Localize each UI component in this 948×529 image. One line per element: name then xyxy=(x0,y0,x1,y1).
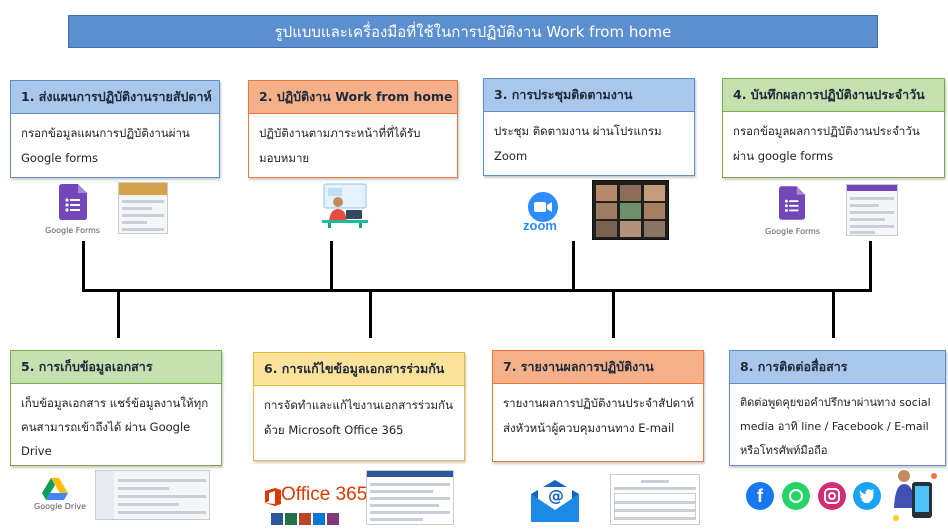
instagram-icon xyxy=(818,482,846,510)
office-365-label: Office 365 xyxy=(281,484,368,505)
step-5-line-3: Drive xyxy=(21,444,52,458)
step-2-description: ปฏิบัติงานตามภาระหน้าที่ที่ได้รับ มอบหมา… xyxy=(248,114,458,178)
connector-step-7 xyxy=(612,290,615,338)
step-7-line-2: ส่งหัวหน้าผู้ควบคุมงานทาง E-mail xyxy=(503,421,675,435)
step-7-header: 7. รายงานผลการปฏิบัติงาน xyxy=(492,350,704,384)
step-5-line-1: เก็บข้อมูลเอกสาร แชร์ข้อมูลงานให้ทุก xyxy=(21,396,209,410)
connector-step-1 xyxy=(82,241,85,291)
step-2-box: 2. ปฏิบัติงาน Work from home ปฏิบัติงานต… xyxy=(248,80,458,178)
google-form-screenshot-2 xyxy=(846,184,898,236)
google-forms-icon xyxy=(779,186,805,224)
google-drive-screenshot xyxy=(95,470,210,520)
step-7-box: 7. รายงานผลการปฏิบัติงาน รายงานผลการปฏิบ… xyxy=(492,350,704,462)
google-drive-label: Google Drive xyxy=(34,502,87,511)
google-form-screenshot-1 xyxy=(118,182,168,234)
step-3-description: ประชุม ติดตามงาน ผ่านโปรแกรม Zoom xyxy=(483,112,695,176)
connector-step-2 xyxy=(330,241,333,291)
connector-step-8 xyxy=(832,290,835,338)
step-3-box: 3. การประชุมติดตามงาน ประชุม ติดตามงาน ผ… xyxy=(483,78,695,176)
google-forms-icon xyxy=(59,184,87,224)
step-8-line-2: media อาทิ line / Facebook / E-mail xyxy=(740,420,929,433)
step-5-box: 5. การเก็บข้อมูลเอกสาร เก็บข้อมูลเอกสาร … xyxy=(10,350,222,466)
step-4-box: 4. บันทึกผลการปฏิบัติงานประจำวัน กรอกข้อ… xyxy=(722,78,945,178)
step-8-box: 8. การติดต่อสื่อสาร ติดต่อพูดคุยขอคำปรึก… xyxy=(729,350,946,466)
step-3-line-2: Zoom xyxy=(494,149,528,163)
facebook-icon: f xyxy=(746,482,774,510)
step-2-line-2: มอบหมาย xyxy=(259,151,310,165)
step-7-description: รายงานผลการปฏิบัติงานประจำสัปดาห์ ส่งหัว… xyxy=(492,384,704,462)
step-4-line-1: กรอกข้อมูลผลการปฏิบัติงานประจำวัน xyxy=(733,124,920,138)
step-6-header: 6. การแก้ไขข้อมูลเอกสารร่วมกัน xyxy=(253,352,465,386)
step-3-header: 3. การประชุมติดตามงาน xyxy=(483,78,695,112)
step-6-line-1: การจัดทำและแก้ไขงานเอกสารร่วมกัน xyxy=(264,398,453,412)
step-1-box: 1. ส่งแผนการปฏิบัติงานรายสัปดาห์ กรอกข้อ… xyxy=(10,80,220,178)
step-5-line-2: คนสามารถเข้าถึงได้ ผ่าน Google xyxy=(21,420,191,434)
step-8-header: 8. การติดต่อสื่อสาร xyxy=(729,350,946,384)
step-7-line-1: รายงานผลการปฏิบัติงานประจำสัปดาห์ xyxy=(503,396,695,410)
step-4-description: กรอกข้อมูลผลการปฏิบัติงานประจำวัน ผ่าน g… xyxy=(722,112,945,178)
twitter-icon xyxy=(853,482,881,510)
email-at-label: @ xyxy=(548,486,564,505)
step-2-line-1: ปฏิบัติงานตามภาระหน้าที่ที่ได้รับ xyxy=(259,126,421,140)
connector-step-3 xyxy=(572,241,575,291)
connector-step-4 xyxy=(869,241,872,291)
step-8-line-3: หรือโทรศัพท์มือถือ xyxy=(740,444,828,457)
step-4-line-2: ผ่าน google forms xyxy=(733,149,834,163)
step-8-description: ติดต่อพูดคุยขอคำปรึกษาผ่านทาง social med… xyxy=(729,384,946,466)
step-3-line-1: ประชุม ติดตามงาน ผ่านโปรแกรม xyxy=(494,124,662,138)
work-from-home-person-icon xyxy=(318,182,372,232)
step-2-header: 2. ปฏิบัติงาน Work from home xyxy=(248,80,458,114)
step-1-line-2: Google forms xyxy=(21,151,99,165)
report-document-screenshot xyxy=(610,474,700,525)
step-4-header: 4. บันทึกผลการปฏิบัติงานประจำวัน xyxy=(722,78,945,112)
step-6-box: 6. การแก้ไขข้อมูลเอกสารร่วมกัน การจัดทำแ… xyxy=(253,352,465,461)
connector-step-5 xyxy=(117,290,120,338)
office-365-icon xyxy=(265,488,281,510)
office-apps-icon xyxy=(271,510,341,529)
step-6-line-2: ด้วย Microsoft Office 365 xyxy=(264,423,404,437)
step-5-description: เก็บข้อมูลเอกสาร แชร์ข้อมูลงานให้ทุก คนส… xyxy=(10,384,222,466)
connector-step-6 xyxy=(369,290,372,338)
zoom-meeting-screenshot xyxy=(592,180,669,240)
google-forms-label: Google Forms xyxy=(765,227,821,236)
diagram-title: รูปแบบและเครื่องมือที่ใช้ในการปฏิบัติงาน… xyxy=(68,15,878,48)
step-1-header: 1. ส่งแผนการปฏิบัติงานรายสัปดาห์ xyxy=(10,80,220,114)
step-5-header: 5. การเก็บข้อมูลเอกสาร xyxy=(10,350,222,384)
phone-person-icon xyxy=(890,468,938,528)
whatsapp-icon xyxy=(782,482,810,510)
google-forms-label: Google Forms xyxy=(45,226,101,235)
step-1-line-1: กรอกข้อมูลแผนการปฏิบัติงานผ่าน xyxy=(21,126,190,140)
office-document-screenshot xyxy=(366,470,454,525)
google-drive-icon xyxy=(42,478,68,504)
step-1-description: กรอกข้อมูลแผนการปฏิบัติงานผ่าน Google fo… xyxy=(10,114,220,178)
step-8-line-1: ติดต่อพูดคุยขอคำปรึกษาผ่านทาง social xyxy=(740,396,931,409)
connector-horizontal xyxy=(82,289,872,292)
zoom-label: zoom xyxy=(523,218,557,233)
step-6-description: การจัดทำและแก้ไขงานเอกสารร่วมกัน ด้วย Mi… xyxy=(253,386,465,461)
